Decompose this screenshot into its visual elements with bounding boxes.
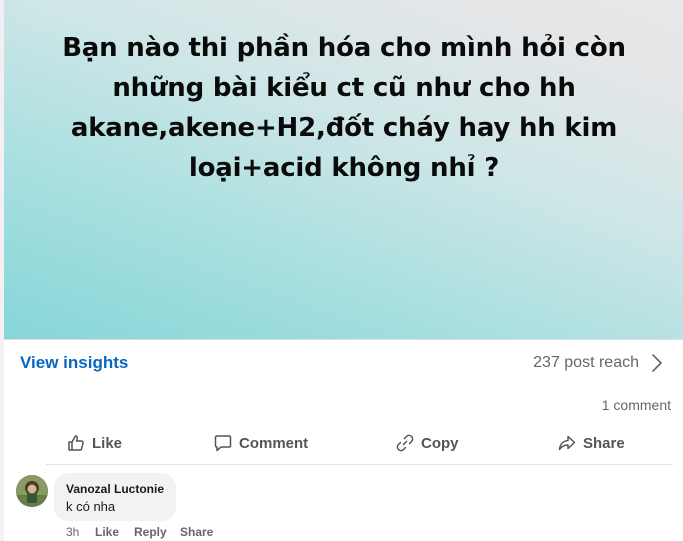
view-insights-link[interactable]: View insights: [20, 353, 128, 373]
like-icon: [68, 435, 84, 451]
post-card: Bạn nào thi phần hóa cho mình hỏi còn nh…: [0, 0, 683, 541]
comment-reply-button[interactable]: Reply: [134, 525, 167, 539]
comment-time: 3h: [66, 525, 80, 539]
comment-bubble: Vanozal Luctonie k có nha: [54, 473, 176, 521]
post-reach[interactable]: 237 post reach: [533, 354, 639, 372]
share-icon: [558, 435, 576, 451]
copy-label: Copy: [421, 434, 459, 452]
comment-like-button[interactable]: Like: [95, 525, 119, 539]
comment-share-button[interactable]: Share: [180, 525, 213, 539]
like-button[interactable]: Like: [66, 432, 122, 454]
share-button[interactable]: Share: [557, 432, 625, 454]
comment-button[interactable]: Comment: [213, 432, 308, 454]
copy-button[interactable]: Copy: [395, 432, 459, 454]
comment-text: k có nha: [66, 499, 116, 514]
copy-icon: [396, 434, 414, 452]
avatar-image: [16, 475, 48, 507]
action-bar: Like Comment Copy Share: [46, 424, 673, 465]
comment-icon: [214, 435, 232, 452]
chevron-right-icon[interactable]: [647, 352, 667, 374]
post-text: Bạn nào thi phần hóa cho mình hỏi còn nh…: [62, 33, 626, 183]
post-banner: Bạn nào thi phần hóa cho mình hỏi còn nh…: [4, 0, 683, 340]
like-label: Like: [92, 434, 123, 452]
comment-author[interactable]: Vanozal Luctonie: [66, 482, 164, 496]
insights-row: View insights 237 post reach: [4, 340, 683, 386]
comment-label: Comment: [239, 434, 309, 452]
share-label: Share: [583, 434, 625, 452]
avatar[interactable]: [16, 475, 48, 507]
comment-count[interactable]: 1 comment: [602, 397, 671, 413]
